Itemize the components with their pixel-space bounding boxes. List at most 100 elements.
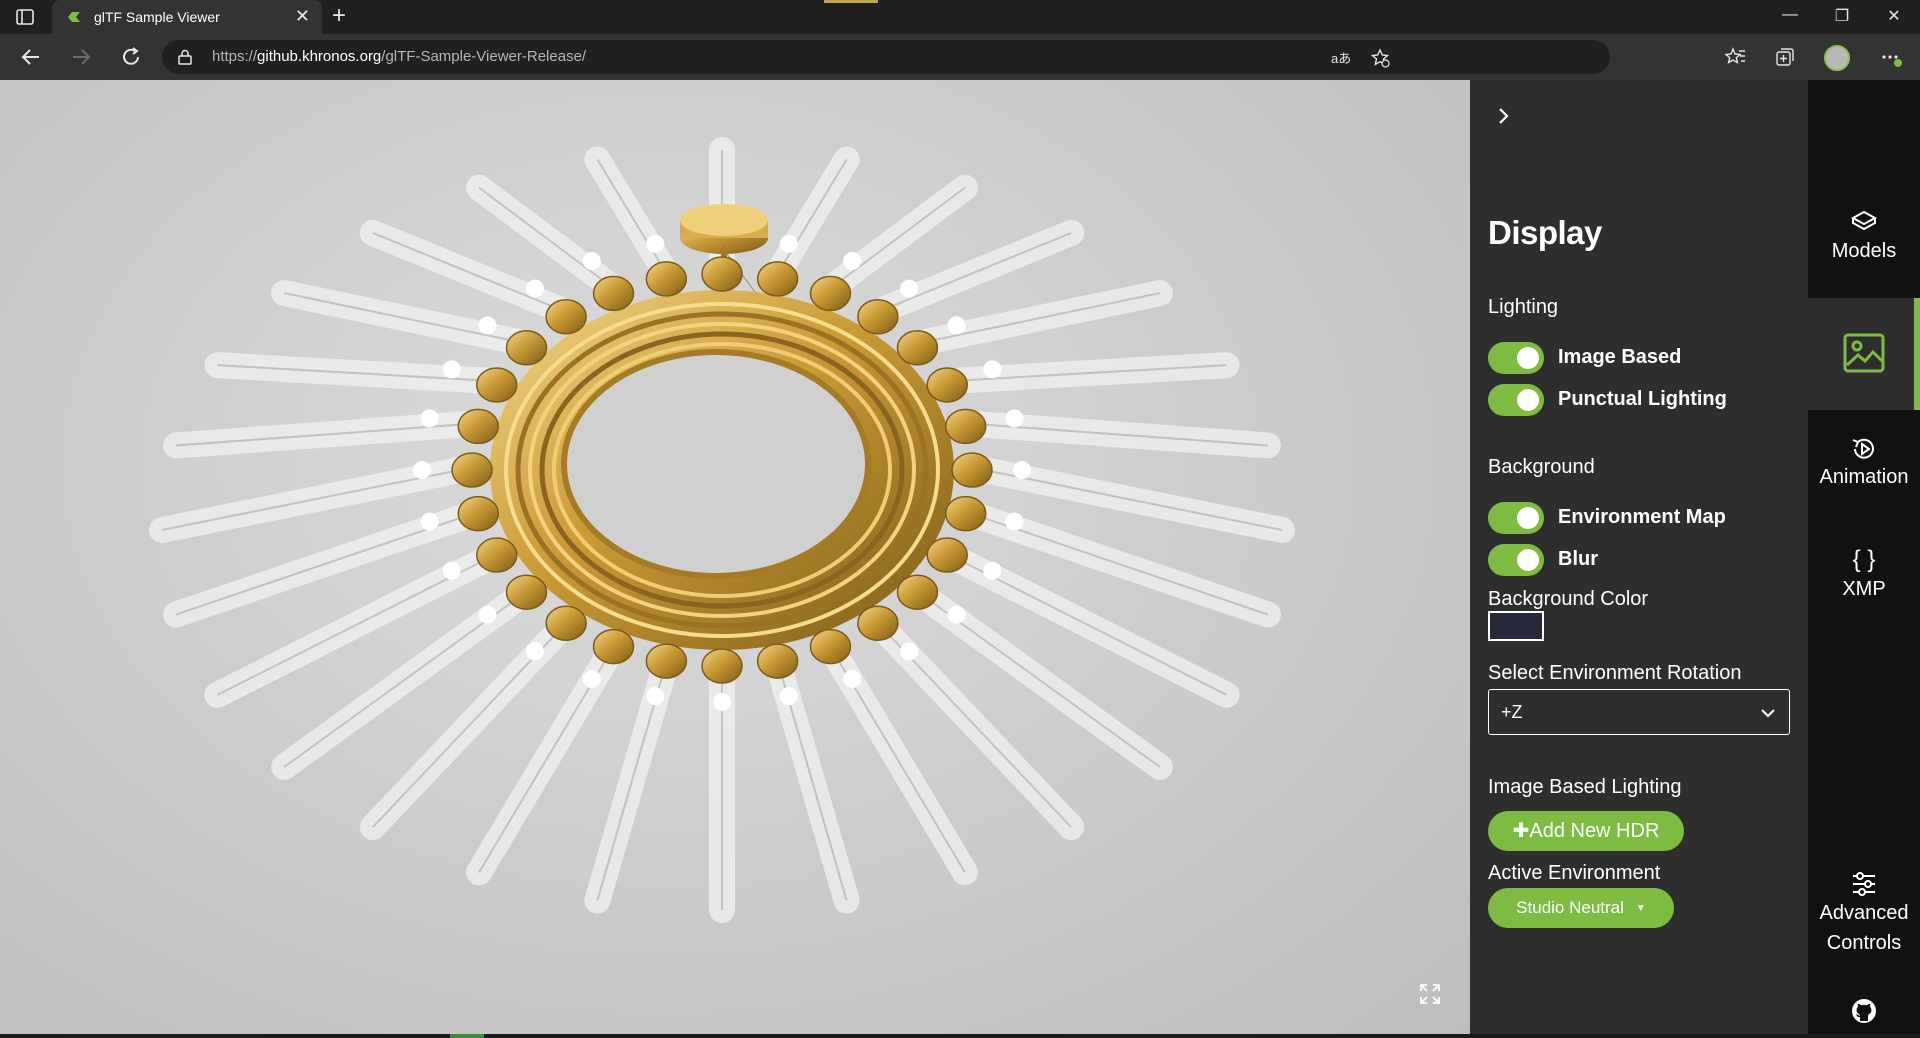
chandelier-model: [149, 137, 1295, 923]
gold-socket: [457, 495, 500, 532]
favorites-icon[interactable]: [1724, 46, 1746, 68]
gold-socket: [505, 574, 548, 610]
image-based-label: Image Based: [1558, 346, 1682, 368]
active-environment-dropdown[interactable]: Studio Neutral ▼: [1488, 888, 1674, 928]
gold-socket: [926, 537, 968, 573]
cube-icon: [1850, 210, 1878, 231]
add-new-hdr-button[interactable]: ✚Add New HDR: [1488, 811, 1684, 851]
bulb: [779, 687, 798, 706]
display-panel: Display Lighting Image Based Punctual Li…: [1470, 80, 1808, 1038]
gold-socket: [809, 275, 852, 312]
collections-icon[interactable]: [1774, 46, 1796, 68]
bulb: [900, 642, 919, 661]
bulb: [1005, 409, 1024, 428]
gold-socket: [545, 299, 587, 335]
bulb: [900, 279, 919, 298]
ibl-section-label: Image Based Lighting: [1488, 776, 1682, 798]
bottom-border: [0, 1034, 1920, 1038]
glass-rod-edge: [884, 231, 1072, 310]
gold-socket: [476, 537, 518, 573]
refresh-icon[interactable]: [118, 44, 144, 70]
bulb: [983, 561, 1002, 580]
fullscreen-icon[interactable]: [1418, 982, 1442, 1006]
sidebar-label-advanced-controls: Advanced Controls: [1819, 902, 1909, 954]
glass-rod-edge: [596, 670, 665, 901]
glass-rod-edge: [926, 597, 1161, 768]
sliders-icon: [1853, 872, 1875, 896]
bulb: [525, 279, 544, 298]
tab-actions-icon[interactable]: [14, 8, 36, 26]
bulb: [947, 316, 966, 335]
close-icon[interactable]: ✕: [295, 7, 310, 25]
sidebar-item-display[interactable]: [1808, 298, 1920, 410]
gold-socket: [756, 261, 799, 297]
gold-socket: [926, 367, 968, 403]
gold-socket: [476, 367, 518, 403]
environment-rotation-select[interactable]: +Z: [1488, 689, 1790, 735]
forward-arrow-icon[interactable]: [68, 44, 94, 70]
sidebar-item-models[interactable]: Models: [1808, 210, 1920, 266]
tab-title: glTF Sample Viewer: [94, 9, 220, 25]
bulb: [442, 360, 461, 379]
address-bar[interactable]: https://github.khronos.org/glTF-Sample-V…: [162, 40, 1610, 74]
add-favorite-icon[interactable]: [1370, 48, 1390, 68]
gold-socket: [857, 605, 899, 641]
sidebar-item-animation[interactable]: Animation: [1808, 436, 1920, 492]
bulb: [442, 561, 461, 580]
profile-avatar[interactable]: [1824, 45, 1850, 71]
gold-socket: [451, 452, 493, 488]
bulb: [779, 234, 798, 253]
gold-socket: [645, 643, 688, 679]
environment-map-toggle[interactable]: [1488, 502, 1544, 534]
gold-socket: [896, 330, 939, 366]
gold-socket: [545, 605, 587, 641]
environment-rotation-label: Select Environment Rotation: [1488, 662, 1742, 684]
glass-rod-edge: [283, 597, 518, 768]
window-close-icon[interactable]: ✕: [1884, 6, 1904, 26]
url-prefix: https://: [212, 48, 258, 65]
toggle-knob: [1517, 507, 1539, 529]
right-sidebar: Models Animation { } XMP Advanced Contro…: [1808, 80, 1920, 1038]
gold-socket: [701, 256, 743, 292]
bulb: [1005, 512, 1024, 531]
url-host: github.khronos.org: [257, 48, 382, 65]
gold-socket: [944, 408, 987, 445]
braces-icon: { }: [1852, 546, 1876, 573]
bulb: [713, 693, 731, 711]
minimize-icon[interactable]: —: [1780, 6, 1800, 24]
url-text[interactable]: https://github.khronos.org/glTF-Sample-V…: [212, 48, 586, 65]
environment-map-label: Environment Map: [1558, 506, 1726, 528]
toggle-knob: [1517, 549, 1539, 571]
gold-socket: [592, 628, 635, 665]
punctual-lighting-toggle[interactable]: [1488, 384, 1544, 416]
plus-icon[interactable]: +: [332, 4, 346, 28]
read-aloud-icon[interactable]: aあ: [1330, 48, 1350, 68]
image-based-toggle[interactable]: [1488, 342, 1544, 374]
glass-rod-edge: [596, 159, 665, 270]
more-options-icon[interactable]: [1880, 46, 1902, 68]
bulb: [413, 461, 431, 479]
gold-socket: [505, 330, 548, 366]
back-arrow-icon[interactable]: [18, 44, 44, 70]
blur-label: Blur: [1558, 548, 1598, 570]
active-environment-value: Studio Neutral: [1516, 898, 1624, 917]
chevron-down-icon: [1761, 709, 1775, 718]
sidebar-item-advanced-controls[interactable]: Advanced Controls: [1808, 870, 1920, 958]
model-viewport[interactable]: [0, 80, 1470, 1038]
play-rotate-icon: [1852, 438, 1874, 459]
gold-socket: [592, 275, 635, 312]
bulb: [646, 234, 665, 253]
sidebar-item-github[interactable]: [1808, 998, 1920, 1024]
gold-socket: [809, 628, 852, 665]
restore-icon[interactable]: ❐: [1832, 6, 1852, 26]
chevron-right-icon[interactable]: [1494, 104, 1514, 128]
bulb: [478, 316, 497, 335]
bulb: [843, 670, 862, 689]
sidebar-item-xmp[interactable]: { } XMP: [1808, 546, 1920, 604]
browser-tab[interactable]: glTF Sample Viewer ✕: [52, 0, 322, 34]
lock-icon[interactable]: [178, 49, 192, 65]
active-indicator: [1914, 298, 1920, 410]
browser-toolbar: https://github.khronos.org/glTF-Sample-V…: [0, 34, 1920, 80]
blur-toggle[interactable]: [1488, 544, 1544, 576]
background-color-swatch[interactable]: [1488, 611, 1544, 641]
